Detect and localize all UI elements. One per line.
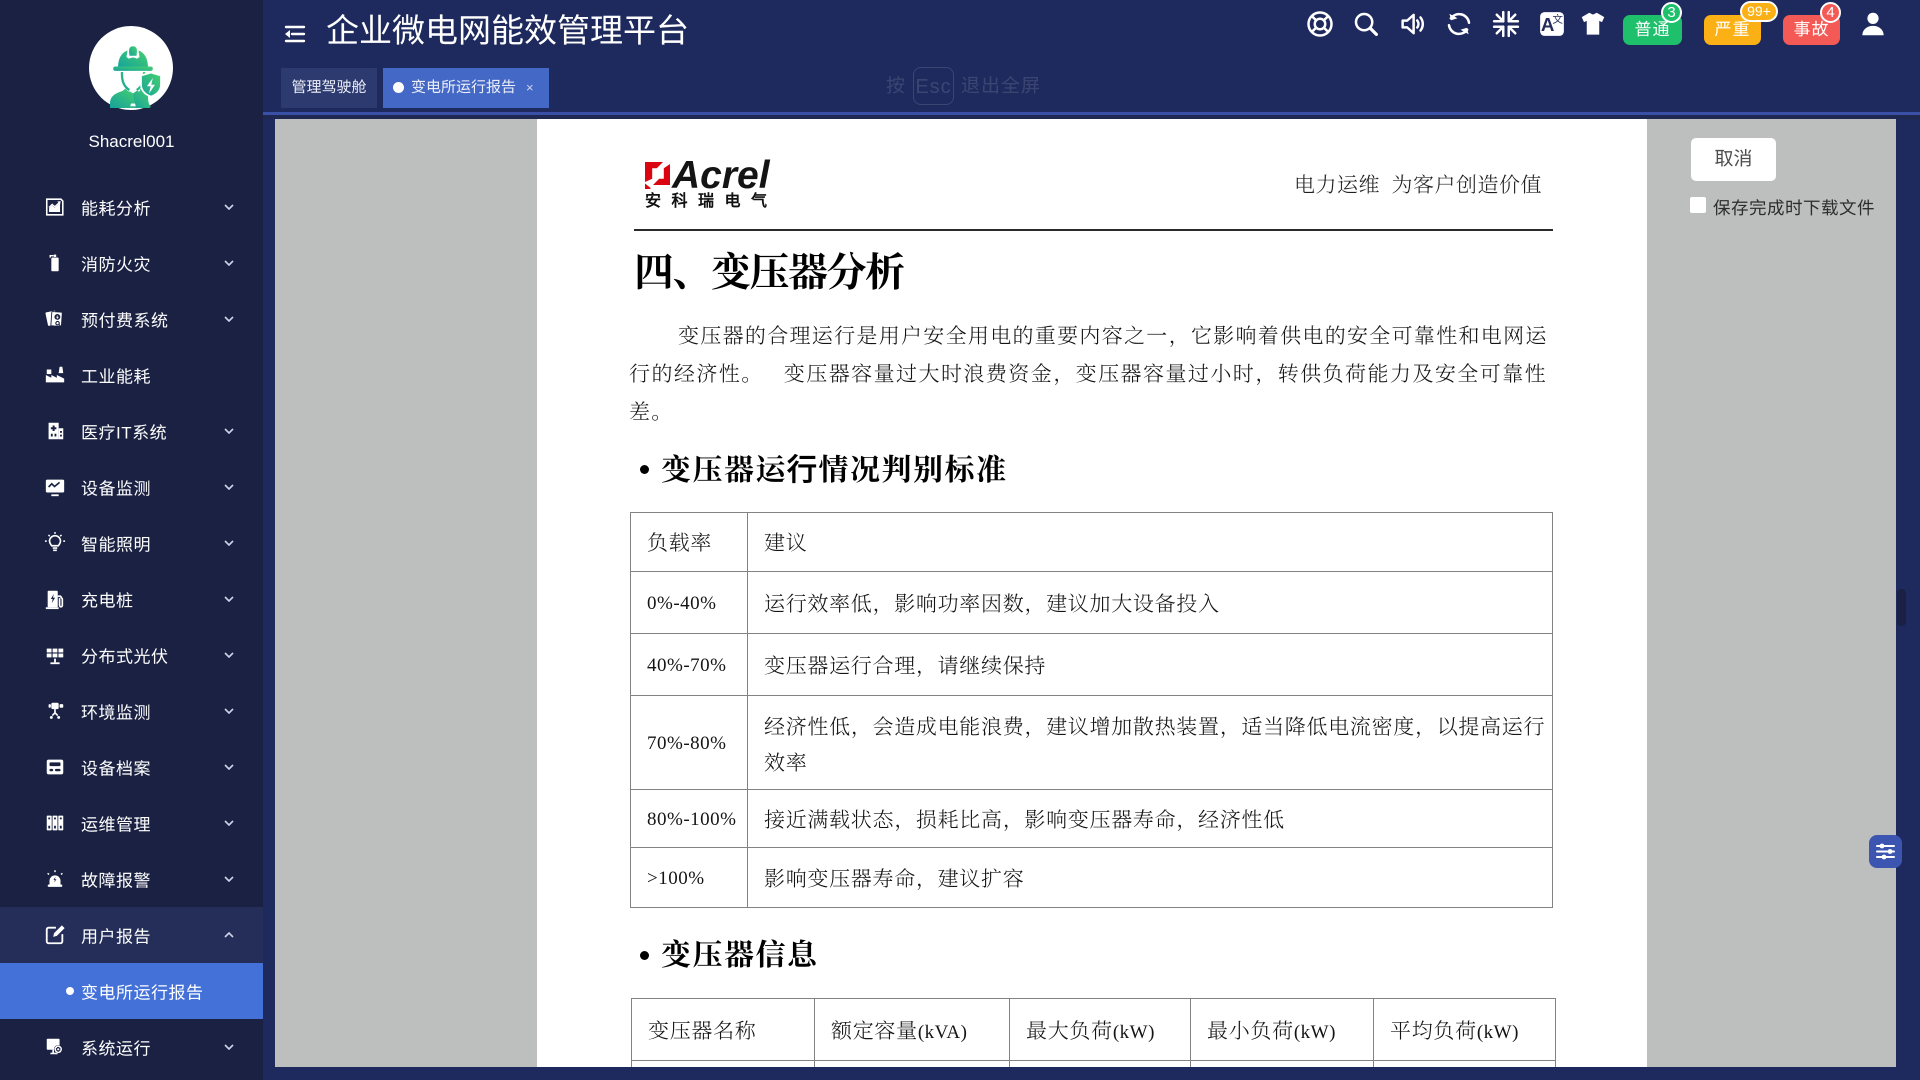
svg-text:文: 文 (1552, 12, 1563, 27)
